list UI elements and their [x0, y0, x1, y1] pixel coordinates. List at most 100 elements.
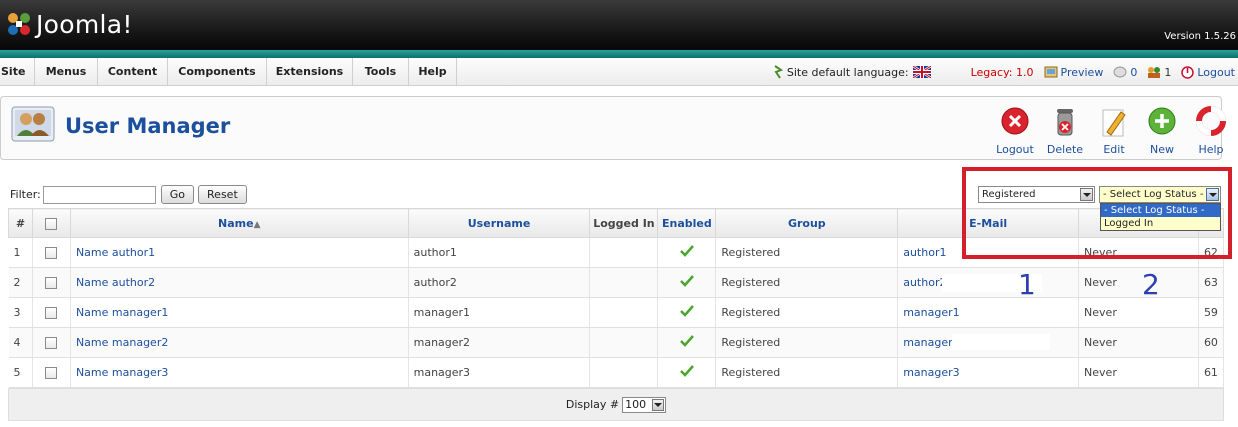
logo-text: Joomla! [36, 9, 133, 39]
display-label: Display # [565, 398, 620, 411]
col-group[interactable]: Group [715, 208, 899, 238]
row-checkbox-cell [32, 357, 71, 388]
menu-tools[interactable]: Tools [353, 58, 409, 86]
row-logged-in [589, 237, 659, 268]
trash-icon [1057, 109, 1073, 136]
select-all-checkbox[interactable] [45, 217, 58, 230]
edit-button[interactable]: Edit [1090, 106, 1138, 156]
edit-button-label: Edit [1103, 143, 1125, 156]
row-num: 1 [8, 237, 33, 268]
col-name-label: Name [218, 216, 254, 230]
col-select-all [31, 208, 71, 238]
delete-button[interactable]: Delete [1041, 106, 1089, 156]
check-icon [680, 335, 694, 347]
row-checkbox[interactable] [45, 367, 58, 379]
menu-components[interactable]: Components [168, 58, 267, 86]
row-checkbox[interactable] [45, 277, 58, 289]
main-menu: Site Menus Content Components Extensions… [0, 58, 457, 86]
sort-asc-icon: ▲ [253, 219, 261, 230]
messages-icon [1113, 66, 1127, 78]
row-name[interactable]: Name author1 [70, 237, 409, 268]
admin-header: Joomla! Version 1.5.26 [0, 0, 1238, 58]
display-limit-value: 100 [625, 397, 647, 411]
row-name[interactable]: Name author2 [70, 267, 409, 298]
row-checkbox[interactable] [45, 307, 58, 319]
row-group: Registered [715, 267, 899, 298]
row-email[interactable]: manager1 [897, 297, 1080, 328]
uk-flag-icon [912, 66, 931, 78]
filter-input[interactable] [42, 185, 156, 204]
messages-status[interactable]: 0 [1113, 66, 1137, 79]
row-num: 2 [8, 267, 33, 298]
menu-menus[interactable]: Menus [35, 58, 98, 86]
check-icon [680, 245, 694, 257]
row-last-visit: Never [1078, 297, 1199, 328]
new-button-label: New [1150, 143, 1174, 156]
row-email[interactable]: manager3 [897, 357, 1080, 388]
menu-help[interactable]: Help [409, 58, 457, 86]
col-enabled[interactable]: Enabled [657, 208, 717, 238]
row-name[interactable]: Name manager1 [70, 297, 409, 328]
go-button[interactable]: Go [160, 185, 195, 204]
users-icon [1148, 67, 1161, 78]
col-username[interactable]: Username [407, 208, 591, 238]
col-name[interactable]: Name▲ [69, 208, 409, 238]
row-enabled[interactable] [657, 357, 717, 388]
row-checkbox[interactable] [45, 247, 58, 259]
check-icon [680, 275, 694, 287]
page-title: User Manager [65, 114, 231, 138]
row-enabled[interactable] [657, 327, 717, 358]
row-name[interactable]: Name manager3 [70, 357, 409, 388]
check-icon [680, 305, 694, 317]
joomla-logo-icon [8, 13, 30, 35]
menu-site[interactable]: Site [0, 58, 35, 86]
help-button-label: Help [1198, 143, 1224, 156]
filter-bar: Filter: Go Reset [10, 185, 247, 204]
preview-label: Preview [1060, 65, 1104, 79]
row-logged-in [589, 267, 659, 298]
row-checkbox-cell [32, 297, 71, 328]
preview-icon [1044, 66, 1057, 78]
menu-bar: Site Menus Content Components Extensions… [0, 58, 1238, 86]
row-checkbox-cell [32, 267, 71, 298]
row-logged-in [589, 357, 659, 388]
preview-link[interactable]: Preview [1044, 65, 1104, 79]
menu-extensions[interactable]: Extensions [267, 58, 353, 86]
row-id: 61 [1198, 357, 1225, 388]
logout-small-icon [1181, 65, 1195, 79]
reset-button[interactable]: Reset [198, 185, 247, 204]
legacy-status: Legacy: 1.0 [971, 66, 1034, 79]
row-last-visit: Never [1078, 357, 1199, 388]
row-username: author2 [408, 267, 591, 298]
row-enabled[interactable] [657, 267, 717, 298]
logout-link[interactable]: Logout [1181, 66, 1235, 79]
row-id: 60 [1198, 327, 1225, 358]
logout-button-label: Logout [996, 143, 1034, 156]
logout-button[interactable]: Logout [991, 106, 1039, 156]
row-enabled[interactable] [657, 237, 717, 268]
row-logged-in [589, 327, 659, 358]
row-id: 63 [1198, 267, 1225, 298]
annotation-mark-1: 1 [1018, 268, 1036, 301]
row-name[interactable]: Name manager2 [70, 327, 409, 358]
logout-icon [1001, 107, 1029, 135]
users-online-status[interactable]: 1 [1147, 66, 1171, 79]
row-enabled[interactable] [657, 297, 717, 328]
new-button[interactable]: New [1138, 106, 1186, 156]
display-limit-select[interactable]: 100 [622, 396, 667, 413]
pencil-icon [1102, 109, 1126, 137]
delete-button-label: Delete [1046, 143, 1084, 156]
table-row: 3 Name manager1 manager1 Registered mana… [8, 297, 1225, 328]
site-language: Site default language: [772, 65, 931, 79]
help-button[interactable]: Help [1187, 106, 1235, 156]
logout-label: Logout [1197, 65, 1235, 79]
row-last-visit: Never [1078, 267, 1199, 298]
row-username: manager1 [408, 297, 591, 328]
toolbar-box: User Manager Logout Delete Edit New Help [0, 96, 1226, 160]
row-checkbox[interactable] [45, 337, 58, 349]
joomla-logo: Joomla! [4, 9, 133, 39]
filter-label: Filter: [10, 188, 41, 201]
row-username: manager2 [408, 327, 591, 358]
menu-content[interactable]: Content [98, 58, 168, 86]
row-num: 3 [8, 297, 33, 328]
